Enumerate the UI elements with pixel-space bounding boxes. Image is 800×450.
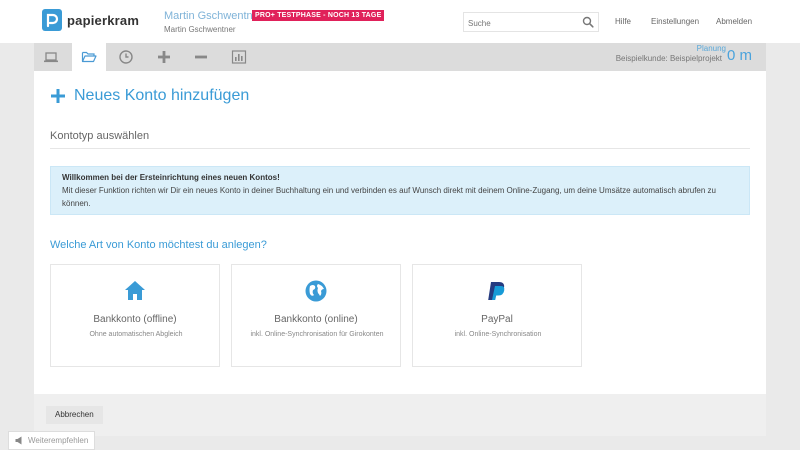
page-title-text: Neues Konto hinzufügen — [74, 87, 250, 104]
recommend-button[interactable]: Weiterempfehlen — [8, 431, 96, 450]
section-title: Kontotyp auswählen — [50, 130, 150, 142]
tool-time-tracking[interactable] — [109, 43, 143, 71]
cancel-button[interactable]: Abbrechen — [46, 406, 103, 424]
search-box — [463, 12, 599, 33]
search-input[interactable] — [464, 14, 574, 33]
user-name-link[interactable]: Martin Gschwentner — [164, 10, 262, 22]
option-paypal[interactable]: PayPal inkl. Online-Synchronisation — [412, 264, 582, 367]
clock-icon — [119, 50, 133, 64]
plus-icon — [51, 89, 65, 103]
option-bank-online[interactable]: Bankkonto (online) inkl. Online-Synchron… — [231, 264, 401, 367]
option-title: Bankkonto (online) — [274, 314, 358, 325]
form-footer: Abbrechen — [34, 394, 766, 436]
bar-chart-icon — [231, 50, 247, 64]
info-box: Willkommen bei der Ersteinrichtung eines… — [50, 166, 750, 215]
tool-expenses[interactable] — [184, 43, 218, 71]
tool-reports[interactable] — [222, 43, 256, 71]
plus-icon — [158, 51, 170, 63]
logout-link[interactable]: Abmelden — [716, 17, 752, 26]
trial-badge[interactable]: PRO+ TESTPHASE - NOCH 13 TAGE — [252, 10, 385, 21]
app-logo[interactable]: papierkram — [42, 9, 139, 31]
option-subtitle: Ohne automatischen Abgleich — [89, 331, 183, 338]
recommend-label: Weiterempfehlen — [28, 436, 89, 445]
planning-label: Planung — [696, 44, 726, 53]
papierkram-logo-icon — [42, 9, 62, 31]
tool-projects[interactable] — [72, 43, 106, 71]
main-content: Neues Konto hinzufügen Kontotyp auswähle… — [34, 71, 766, 394]
globe-icon — [305, 280, 327, 302]
bank-icon — [125, 281, 145, 300]
user-company: Martin Gschwentner — [164, 25, 236, 34]
tool-income[interactable] — [147, 43, 181, 71]
app-header: papierkram Martin Gschwentner Martin Gsc… — [0, 0, 800, 43]
option-subtitle: inkl. Online-Synchronisation für Girokon… — [250, 331, 384, 338]
account-type-question: Welche Art von Konto möchtest du anlegen… — [50, 239, 267, 251]
tool-dashboard[interactable] — [34, 43, 68, 71]
planning-project: Beispielkunde: Beispielprojekt — [615, 54, 722, 63]
laptop-icon — [44, 52, 58, 63]
planning-value: 0 m — [726, 47, 752, 64]
paypal-icon — [488, 282, 505, 300]
settings-link[interactable]: Einstellungen — [651, 17, 699, 26]
search-icon[interactable] — [582, 16, 594, 28]
folder-open-icon — [81, 51, 97, 63]
help-link[interactable]: Hilfe — [615, 17, 631, 26]
info-text: Mit dieser Funktion richten wir Dir ein … — [62, 186, 716, 208]
divider — [50, 148, 750, 149]
main-toolbar: Planung Beispielkunde: Beispielprojekt 0… — [34, 43, 766, 71]
user-info: Martin Gschwentner Martin Gschwentner — [164, 10, 262, 34]
option-title: Bankkonto (offline) — [93, 314, 177, 325]
option-title: PayPal — [481, 314, 513, 325]
option-subtitle: inkl. Online-Synchronisation — [454, 331, 542, 338]
page-title: Neues Konto hinzufügen — [51, 87, 249, 105]
info-title: Willkommen bei der Ersteinrichtung eines… — [62, 173, 280, 182]
option-bank-offline[interactable]: Bankkonto (offline) Ohne automatischen A… — [50, 264, 220, 367]
minus-icon — [195, 55, 207, 59]
logo-text: papierkram — [67, 12, 140, 28]
megaphone-icon — [15, 436, 22, 445]
